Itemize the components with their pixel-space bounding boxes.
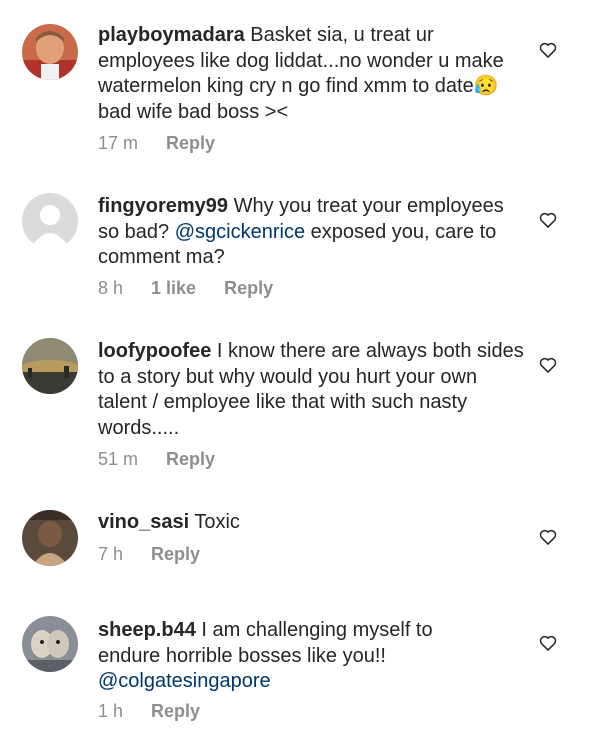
comment-meta: 1 h Reply [98,701,228,722]
comment-text: playboymadara Basket sia, u treat ur emp… [98,23,528,125]
heart-outline-icon[interactable] [538,355,558,375]
heart-outline-icon[interactable] [538,210,558,230]
mention-link[interactable]: @colgatesingapore [98,670,271,692]
reply-button[interactable]: Reply [151,701,200,722]
comment-username[interactable]: sheep.b44 [98,619,196,641]
comment-meta: 51 m Reply [98,449,243,470]
comment-meta: 8 h 1 like Reply [98,278,301,299]
comment-text: vino_sasi Toxic [98,510,528,536]
comment-text: sheep.b44 I am challenging myself to end… [98,618,438,695]
comment-text: loofypoofee I know there are always both… [98,339,528,441]
heart-outline-icon[interactable] [538,527,558,547]
comment-time: 51 m [98,449,139,469]
heart-outline-icon[interactable] [538,633,558,653]
avatar[interactable] [22,193,78,249]
comment-text: fingyoremy99 Why you treat your employee… [98,194,528,271]
heart-outline-icon[interactable] [538,40,558,60]
comment-meta: 7 h Reply [98,544,228,565]
comment-meta: 17 m Reply [98,133,243,154]
comment-body: bad wife bad boss >< [98,100,289,123]
comment-time: 7 h [98,544,124,564]
comment-time: 17 m [98,133,139,153]
avatar[interactable] [22,616,78,672]
mention-link[interactable]: @sgcickenrice [175,221,305,243]
avatar[interactable] [22,338,78,394]
reply-button[interactable]: Reply [224,278,273,299]
comment-username[interactable]: loofypoofee [98,340,211,362]
avatar[interactable] [22,510,78,566]
comment-body: Toxic [189,511,240,533]
comment-time: 1 h [98,701,124,721]
comment-username[interactable]: fingyoremy99 [98,195,228,217]
comment-time: 8 h [98,278,124,298]
comment-username[interactable]: playboymadara [98,24,245,46]
emoji: 😥 [473,75,499,97]
comment-username[interactable]: vino_sasi [98,511,189,533]
reply-button[interactable]: Reply [166,133,215,154]
likes-count[interactable]: 1 like [151,278,196,299]
reply-button[interactable]: Reply [151,544,200,565]
reply-button[interactable]: Reply [166,449,215,470]
avatar[interactable] [22,24,78,80]
